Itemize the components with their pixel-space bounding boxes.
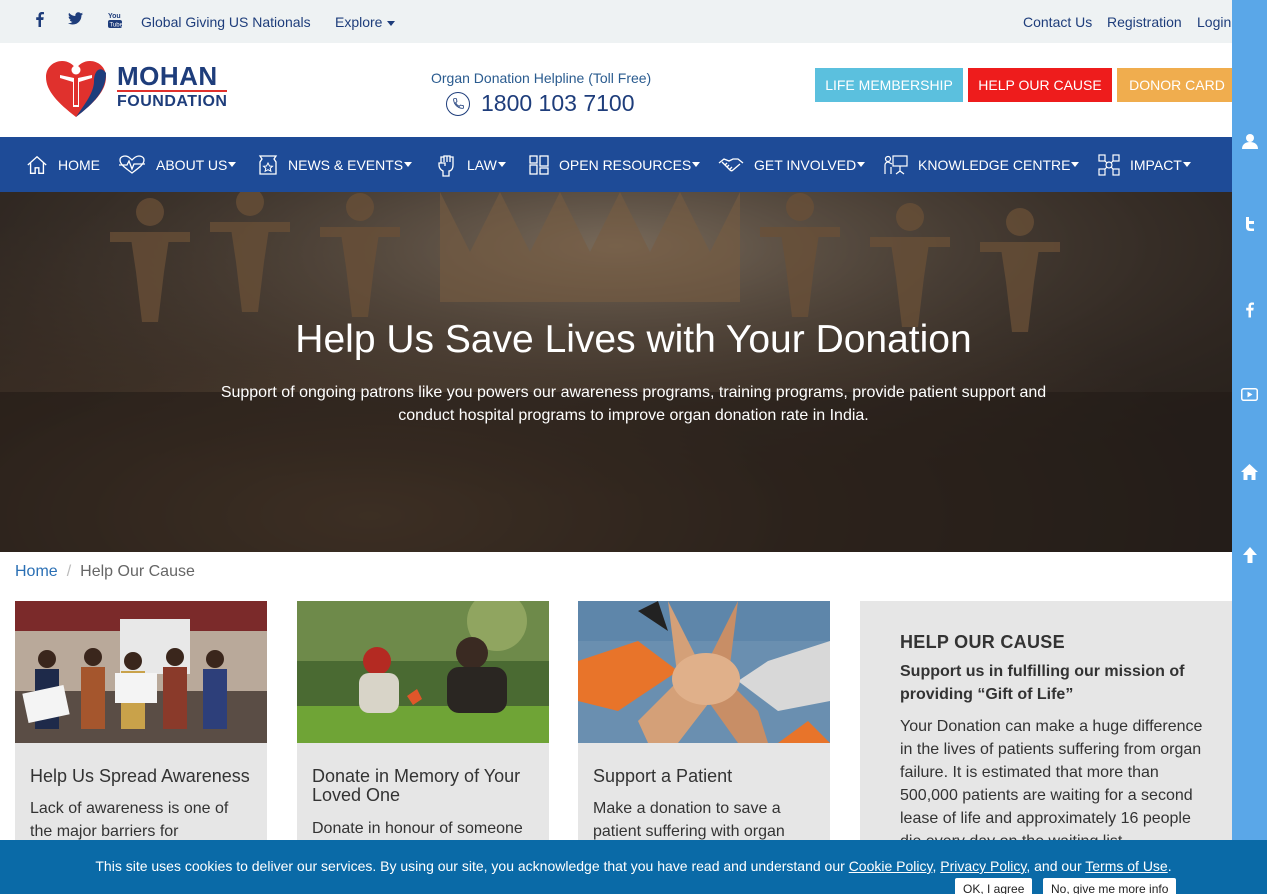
nav-home[interactable]: HOME [26,137,100,192]
privacy-policy-link[interactable]: Privacy Policy [940,858,1026,874]
breadcrumb-separator: / [66,563,72,580]
cause-subheading: Support us in fulfilling our mission of … [900,663,1185,703]
card-text: Make a donation to save a patient suffer… [593,800,785,840]
helpline-number[interactable]: 1800 103 7100 [446,90,635,117]
twitter-icon[interactable] [1232,217,1267,231]
hero-overlay [0,192,1232,552]
hero-title: Help Us Save Lives with Your Donation [295,318,972,361]
help-our-cause-panel: HELP OUR CAUSE Support us in fulfilling … [860,601,1232,861]
nav-open-resources[interactable]: OPEN RESOURCES [529,137,701,192]
nav-law-label: LAW [467,156,497,173]
donor-card-button[interactable]: DONOR CARD [1117,68,1237,102]
helpline-label: Organ Donation Helpline (Toll Free) [431,70,652,86]
heartbeat-icon [119,154,145,174]
nav-law[interactable]: LAW [437,137,506,192]
phone-icon [446,91,470,116]
cookie-text: This site uses cookies to deliver our se… [95,858,849,874]
main-nav: HOME ABOUT US NEWS & EVENTS LAW OPEN RES… [0,137,1267,192]
cookie-ok-button[interactable]: OK, I agree [955,878,1033,894]
explore-dropdown[interactable]: Explore [335,14,396,30]
nav-open-resources-label: OPEN RESOURCES [559,156,692,173]
cause-heading: HELP OUR CAUSE [900,632,1065,652]
cookie-more-info-button[interactable]: No, give me more info [1043,878,1177,894]
cookie-period: . [1167,858,1172,874]
helpline-number-text: 1800 103 7100 [481,90,635,116]
home-icon [27,155,47,174]
home-icon[interactable] [1232,464,1267,480]
caret-down-icon [497,162,506,167]
nav-knowledge-centre-label: KNOWLEDGE CENTRE [918,156,1071,173]
terms-of-use-link[interactable]: Terms of Use [1085,858,1167,874]
caret-down-icon [857,162,866,167]
card-title: Support a Patient [593,766,733,786]
logo-line1: MOHAN [117,61,218,91]
explore-label: Explore [335,14,383,30]
memory-photo [297,601,549,743]
caret-down-icon [404,162,413,167]
card-support-patient[interactable]: Support a Patient Make a donation to sav… [578,601,830,861]
breadcrumb-current: Help Our Cause [80,563,195,580]
nav-get-involved-label: GET INVOLVED [754,156,857,173]
logo-heart-icon[interactable] [44,61,108,124]
nav-news-events[interactable]: NEWS & EVENTS [258,137,413,192]
presentation-icon [884,154,908,174]
nav-impact[interactable]: IMPACT [1098,137,1191,192]
nav-impact-label: IMPACT [1130,156,1182,173]
help-our-cause-button[interactable]: HELP OUR CAUSE [968,68,1112,102]
card-title: Help Us Spread Awareness [30,766,250,786]
network-icon [1098,153,1120,176]
awareness-photo [15,601,267,743]
global-giving-link[interactable]: Global Giving US Nationals [141,14,311,30]
top-bar: You Tube Global Giving US Nationals Explo… [0,0,1267,43]
life-membership-button[interactable]: LIFE MEMBERSHIP [815,68,963,102]
nav-news-events-label: NEWS & EVENTS [288,156,404,173]
right-social-sidebar [1232,0,1267,894]
caret-down-icon [1182,162,1191,167]
cookie-and-our: , and our [1026,858,1086,874]
youtube-icon[interactable] [1232,388,1267,401]
nav-knowledge-centre[interactable]: KNOWLEDGE CENTRE [883,137,1080,192]
svg-text:You: You [108,13,121,20]
facebook-icon[interactable] [35,12,44,31]
caret-down-icon [228,162,237,167]
grid-icon [529,154,549,175]
hands-photo [578,601,830,743]
nav-about-us-label: ABOUT US [156,156,228,173]
arrow-up-icon[interactable] [1232,547,1267,563]
cookie-policy-link[interactable]: Cookie Policy [849,858,933,874]
news-icon [258,154,278,175]
youtube-icon[interactable]: You Tube [108,11,124,33]
cookie-message: This site uses cookies to deliver our se… [0,858,1267,874]
nav-home-label: HOME [58,156,100,173]
handshake-icon [718,157,744,171]
login-link[interactable]: Login [1197,14,1231,30]
user-icon[interactable] [1232,133,1267,149]
registration-link[interactable]: Registration [1107,14,1182,30]
card-donate-memory[interactable]: Donate in Memory of Your Loved One Donat… [297,601,549,861]
site-header: MOHAN FOUNDATION Organ Donation Helpline… [0,43,1267,137]
cookie-consent-bar: This site uses cookies to deliver our se… [0,840,1267,894]
facebook-icon[interactable] [1232,302,1267,318]
nav-get-involved[interactable]: GET INVOLVED [718,137,866,192]
hero-banner: Help Us Save Lives with Your Donation Su… [0,192,1232,552]
card-spread-awareness[interactable]: Help Us Spread Awareness Lack of awarene… [15,601,267,861]
svg-text:Tube: Tube [110,23,123,29]
caret-down-icon [692,162,701,167]
hero-subtitle: Support of ongoing patrons like you powe… [220,384,1047,424]
card-title: Donate in Memory of Your Loved One [312,766,521,805]
logo-wordmark[interactable]: MOHAN FOUNDATION [117,61,228,111]
nav-about-us[interactable]: ABOUT US [118,137,237,192]
breadcrumb: Home / Help Our Cause [15,563,195,581]
cause-body: Your Donation can make a huge difference… [900,718,1203,850]
card-text: Donate in honour of someone [312,820,523,837]
caret-down-icon [387,20,396,26]
breadcrumb-home[interactable]: Home [15,563,58,580]
card-text: Lack of awareness is one of the major ba… [30,800,229,840]
caret-down-icon [1071,162,1080,167]
contact-us-link[interactable]: Contact Us [1023,14,1092,30]
twitter-icon[interactable] [68,12,83,29]
fist-icon [438,154,454,177]
logo-line2: FOUNDATION [117,90,228,111]
